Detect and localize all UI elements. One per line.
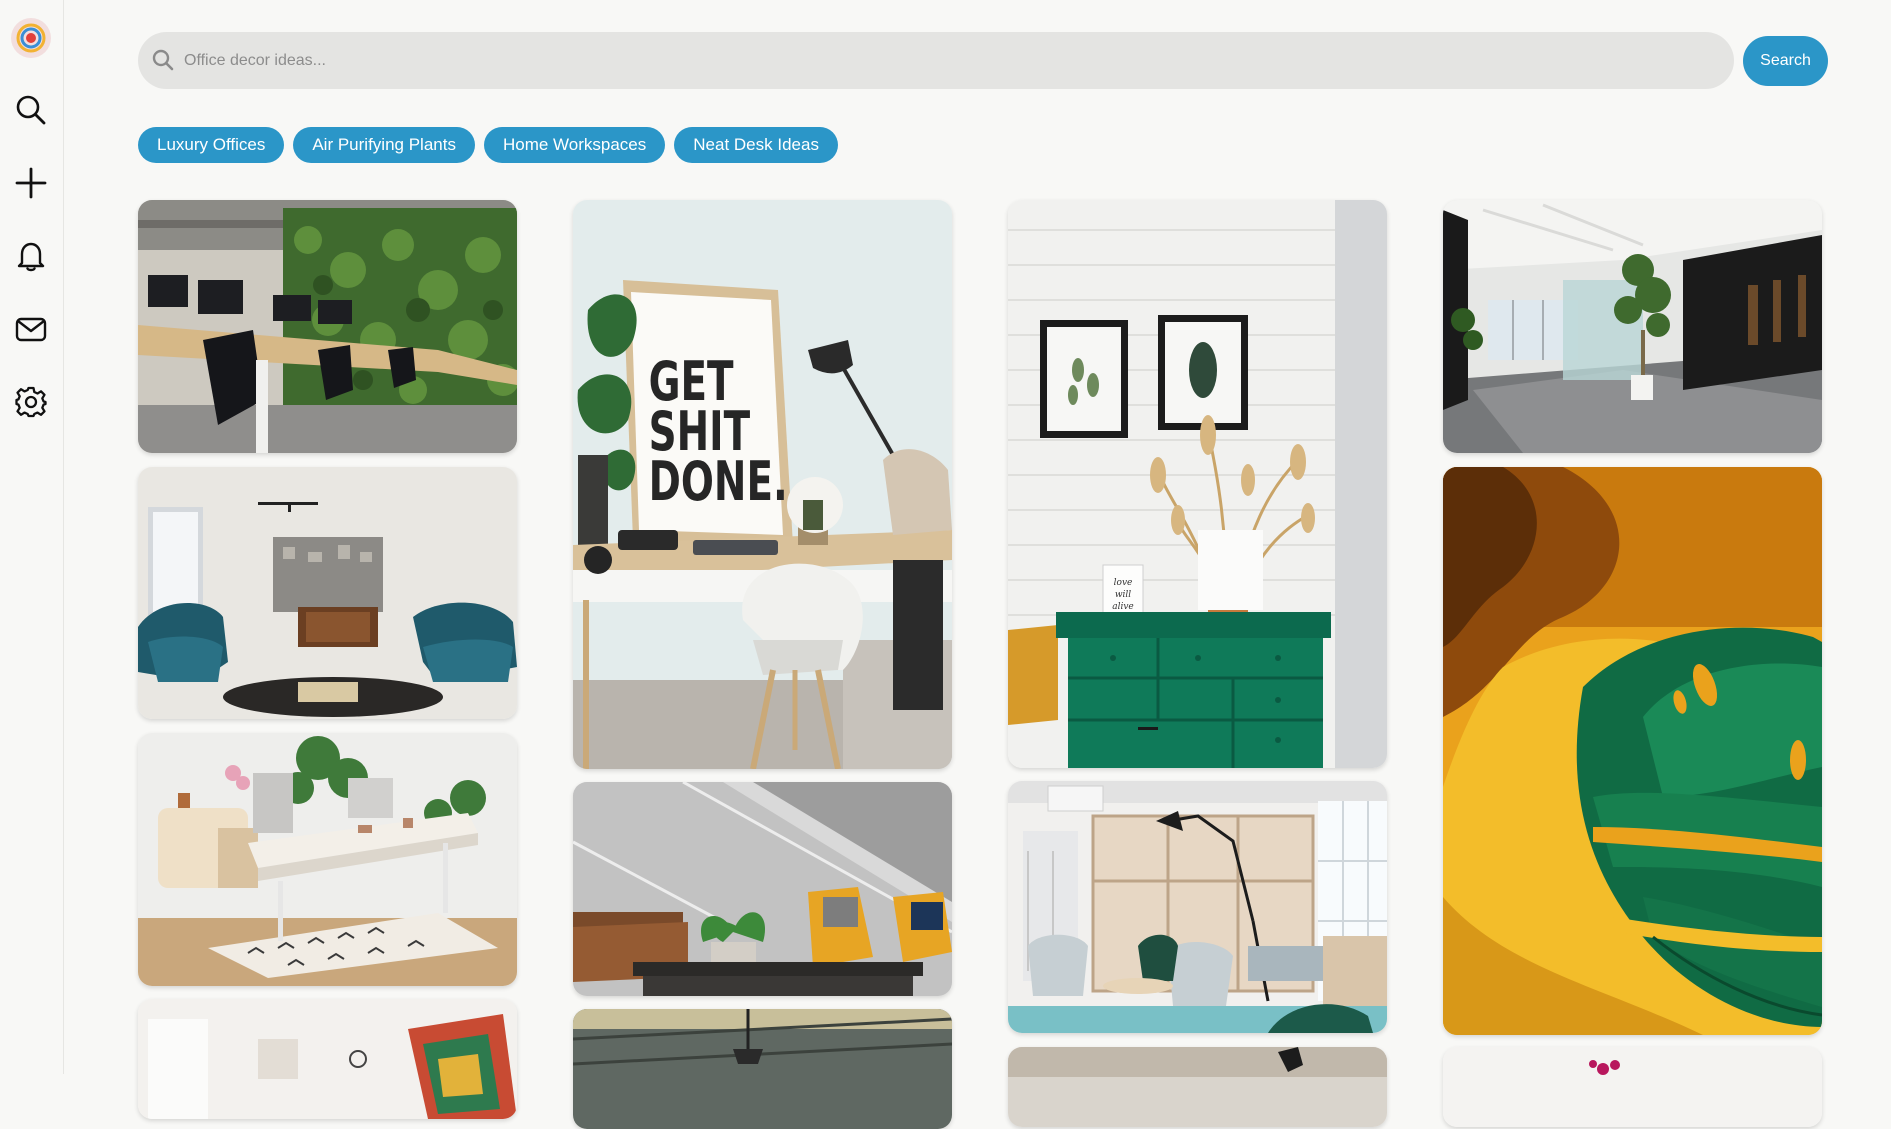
pin-teal-armchairs-office[interactable]	[138, 467, 517, 719]
pin-green-cabinet-brick[interactable]: love will alive	[1008, 200, 1387, 768]
sidebar	[0, 0, 64, 1074]
pin-image: GET SHIT DONE.	[573, 200, 952, 769]
pin-image	[1443, 200, 1822, 453]
search-bar	[138, 32, 1734, 89]
pin-monstera-leaf[interactable]	[1443, 467, 1822, 1035]
pin-bright-home-desk[interactable]	[138, 733, 517, 986]
print-line-3: alive	[1112, 602, 1134, 612]
pin-desk-lamp[interactable]	[1008, 1047, 1387, 1127]
poster-line-3: DONE.	[649, 451, 788, 514]
suggestion-chips: Luxury Offices Air Purifying Plants Home…	[138, 127, 838, 163]
chip-air-purifying-plants[interactable]: Air Purifying Plants	[293, 127, 475, 163]
pin-image	[138, 200, 517, 453]
pin-image	[138, 733, 517, 986]
pin-image	[1008, 1047, 1387, 1127]
chip-luxury-offices[interactable]: Luxury Offices	[138, 127, 285, 163]
search-input[interactable]	[184, 32, 1714, 89]
chip-neat-desk-ideas[interactable]: Neat Desk Ideas	[674, 127, 838, 163]
sidebar-messages-button[interactable]	[12, 310, 50, 348]
gear-icon	[15, 386, 47, 418]
sidebar-notifications-button[interactable]	[12, 237, 50, 275]
print-line-2: will	[1115, 590, 1131, 600]
pin-office-plant-wall[interactable]	[138, 200, 517, 453]
pin-image	[573, 782, 952, 996]
pin-image: love will alive	[1008, 200, 1387, 768]
logo[interactable]	[11, 18, 51, 58]
search-button[interactable]: Search	[1743, 36, 1828, 86]
logo-icon	[16, 23, 46, 53]
pin-glass-office-corridor[interactable]	[1443, 200, 1822, 453]
plus-icon	[15, 167, 47, 199]
sidebar-search-button[interactable]	[12, 91, 50, 129]
print-line-1: love	[1114, 578, 1133, 588]
pin-yellow-lounge[interactable]	[573, 782, 952, 996]
pin-image	[138, 467, 517, 719]
mail-icon	[15, 317, 47, 342]
sidebar-settings-button[interactable]	[12, 383, 50, 421]
chip-home-workspaces[interactable]: Home Workspaces	[483, 127, 666, 163]
sidebar-create-button[interactable]	[12, 164, 50, 202]
bell-icon	[17, 242, 45, 272]
pin-industrial-ceiling[interactable]	[573, 1009, 952, 1129]
pin-image	[1443, 1047, 1822, 1127]
pin-get-shit-done-desk[interactable]: GET SHIT DONE.	[573, 200, 952, 769]
pin-image	[1008, 781, 1387, 1033]
search-icon	[152, 49, 174, 71]
pin-image	[573, 1009, 952, 1129]
pin-pink-flowers[interactable]	[1443, 1047, 1822, 1127]
search-icon	[16, 95, 46, 125]
pin-office-art[interactable]	[138, 999, 517, 1119]
pin-image	[1443, 467, 1822, 1035]
pin-image	[138, 999, 517, 1119]
pin-bright-loft-lounge[interactable]	[1008, 781, 1387, 1033]
